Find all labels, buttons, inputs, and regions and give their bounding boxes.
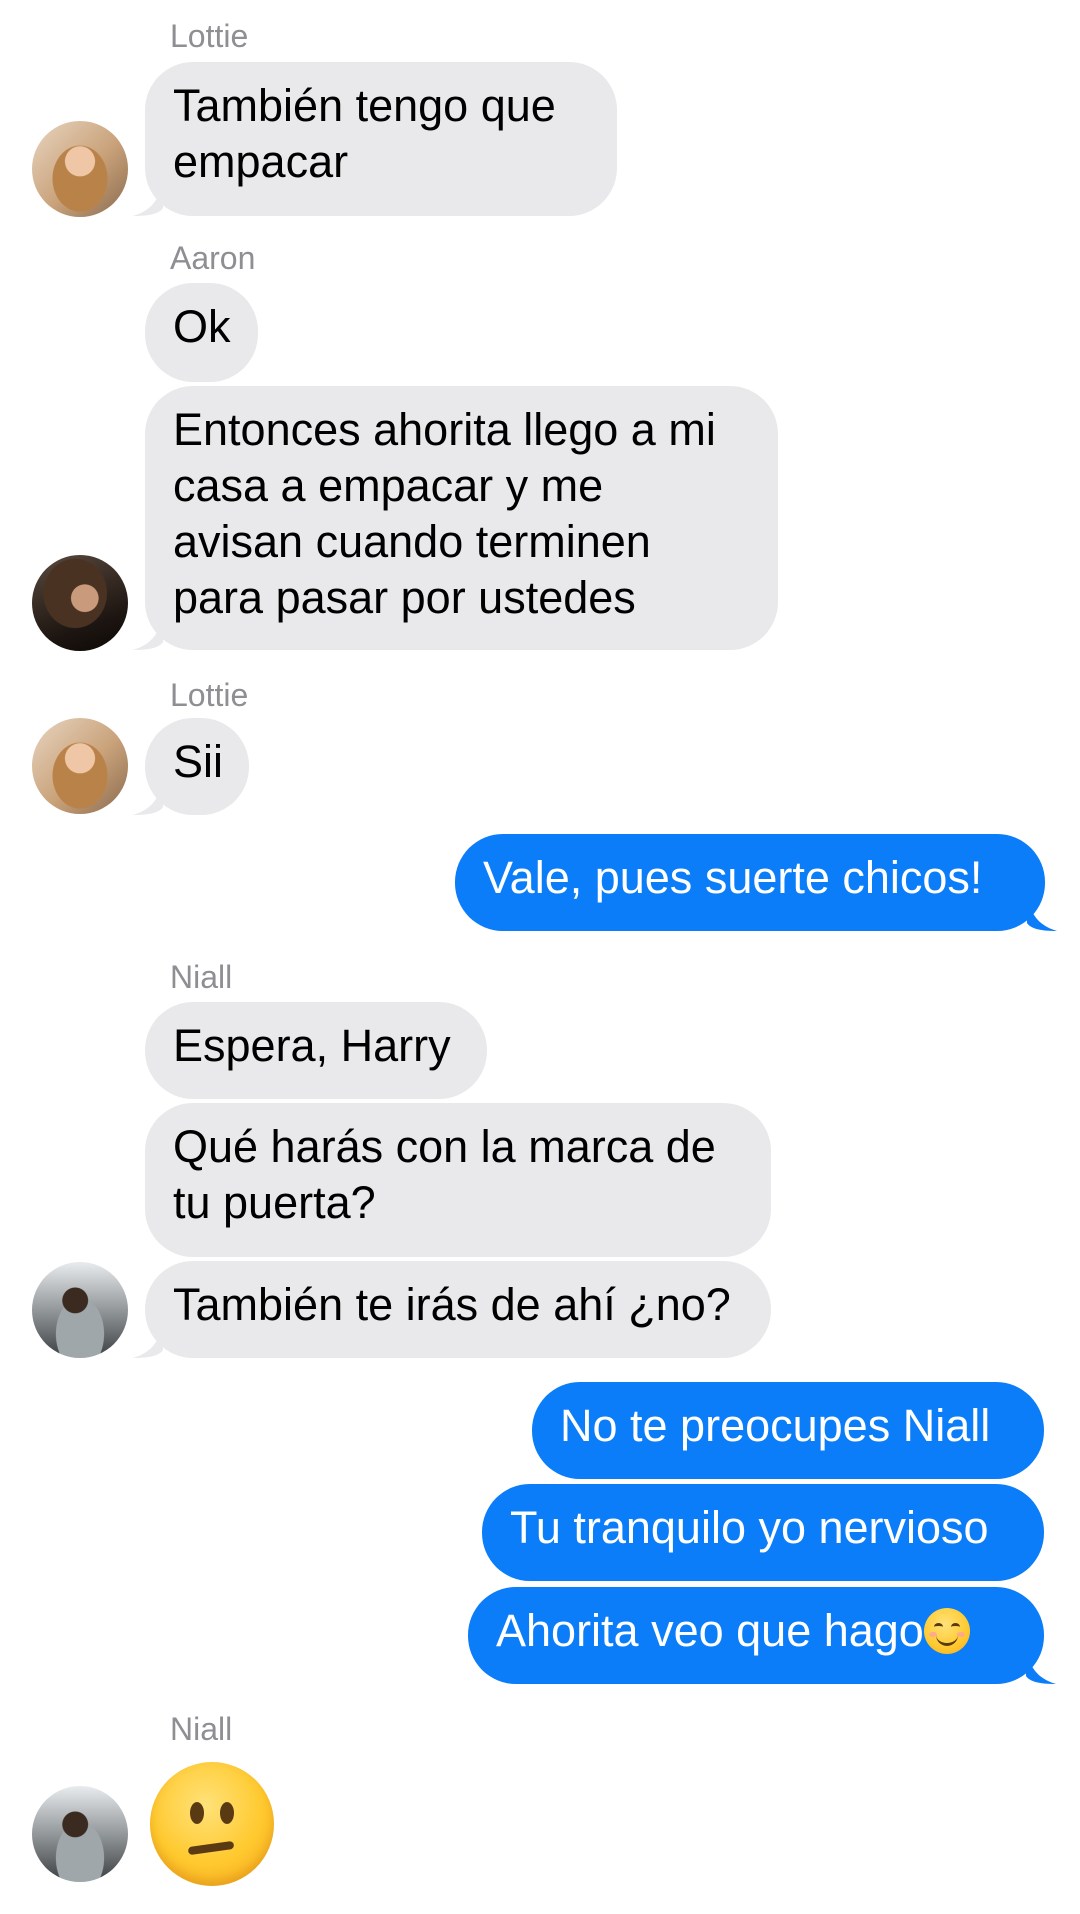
- message-bubble[interactable]: También te irás de ahí ¿no?: [133, 1261, 771, 1358]
- bubble-tail: [1026, 1650, 1056, 1684]
- sender-name-aaron: Aaron: [170, 240, 256, 276]
- message-text-line: Qué harás con la marca de: [173, 1121, 716, 1172]
- sender-name-niall: Niall: [170, 1711, 233, 1747]
- bubble-tail: [133, 1324, 163, 1358]
- bubble-tail: [133, 781, 163, 815]
- message-text-line: También tengo que: [173, 80, 556, 131]
- message-bubble[interactable]: Espera, Harry: [145, 1002, 487, 1099]
- message-text: Ahorita veo que hago: [496, 1605, 924, 1656]
- message-text: Vale, pues suerte chicos!: [483, 852, 983, 903]
- bubble-tail: [133, 182, 163, 216]
- smiling-face-icon: [923, 1608, 970, 1654]
- message-bubble[interactable]: Sii: [133, 718, 249, 815]
- message-text-line: tu puerta?: [173, 1177, 376, 1228]
- message-bubble-outgoing[interactable]: Vale, pues suerte chicos!: [455, 834, 1057, 931]
- message-text: Sii: [173, 736, 224, 787]
- message-text-line: Entonces ahorita llego a mi: [173, 404, 716, 455]
- bubble-tail: [1027, 897, 1057, 931]
- message-text: Espera, Harry: [173, 1020, 451, 1071]
- sender-name-lottie: Lottie: [170, 677, 249, 713]
- message-text-line: para pasar por ustedes: [173, 572, 636, 623]
- message-bubble[interactable]: También tengo que empacar: [133, 62, 617, 216]
- bubble-tail: [133, 616, 163, 650]
- avatar-lottie[interactable]: [32, 718, 128, 814]
- message-text: Ok: [173, 301, 231, 352]
- message-bubble[interactable]: Qué harás con la marca de tu puerta?: [145, 1103, 771, 1257]
- confused-face-icon[interactable]: [150, 1762, 274, 1886]
- sender-name-lottie: Lottie: [170, 18, 249, 54]
- message-text: También te irás de ahí ¿no?: [173, 1279, 731, 1330]
- sender-name-niall: Niall: [170, 959, 233, 995]
- message-bubble[interactable]: Entonces ahorita llego a mi casa a empac…: [133, 386, 778, 650]
- avatar-niall[interactable]: [32, 1262, 128, 1358]
- avatar-niall[interactable]: [32, 1786, 128, 1882]
- message-bubble-outgoing[interactable]: Tu tranquilo yo nervioso: [482, 1484, 1044, 1581]
- message-text: Tu tranquilo yo nervioso: [510, 1502, 989, 1553]
- message-text-line: avisan cuando terminen: [173, 516, 651, 567]
- message-bubble-outgoing[interactable]: Ahorita veo que hago: [468, 1587, 1056, 1684]
- avatar-lottie[interactable]: [32, 121, 128, 217]
- message-bubble[interactable]: Ok: [145, 283, 258, 382]
- message-text-line: casa a empacar y me: [173, 460, 604, 511]
- message-text: No te preocupes Niall: [560, 1400, 991, 1451]
- avatar-aaron[interactable]: [32, 555, 128, 651]
- message-bubble-outgoing[interactable]: No te preocupes Niall: [532, 1382, 1044, 1479]
- message-text-line: empacar: [173, 136, 349, 187]
